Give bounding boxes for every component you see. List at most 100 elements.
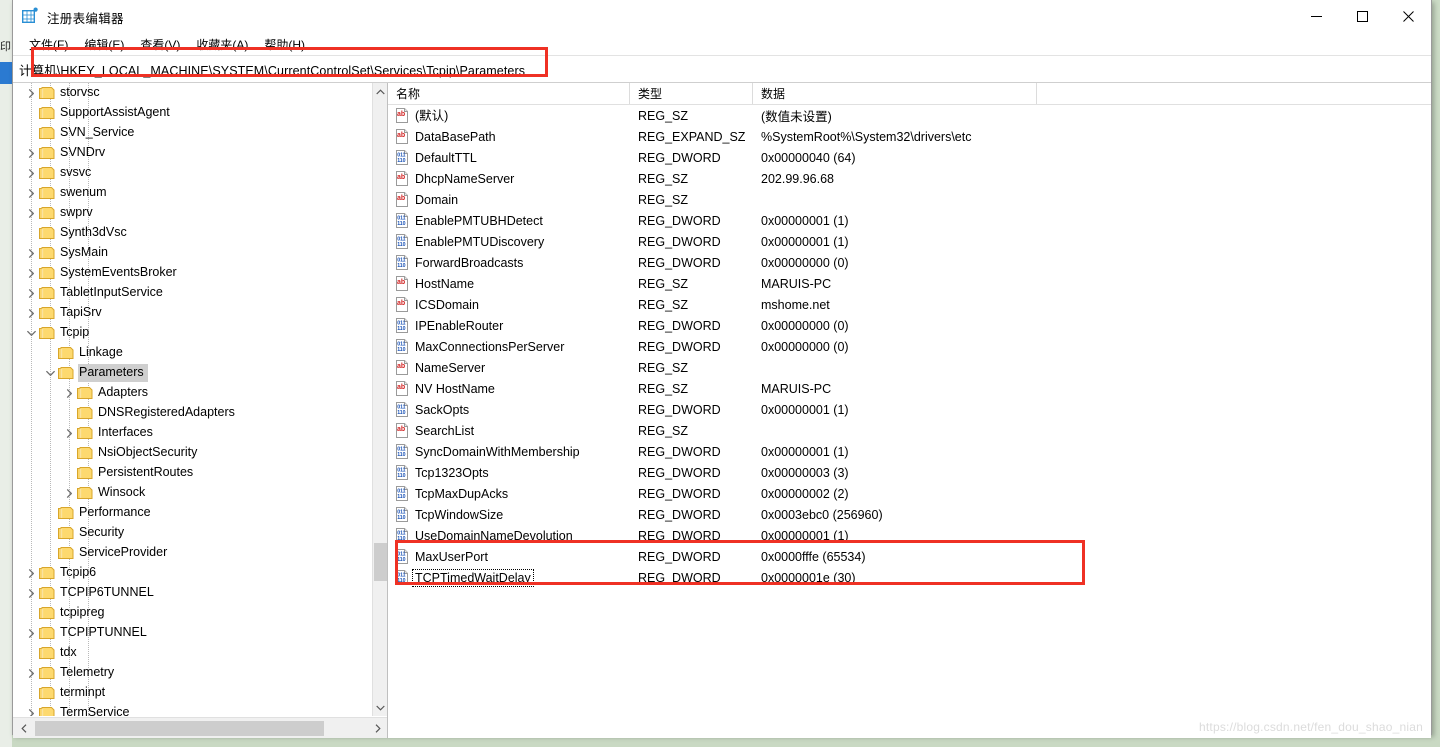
tree-item-security[interactable]: Security xyxy=(13,523,374,543)
chevron-right-icon[interactable] xyxy=(27,628,36,638)
tree-item-tdx[interactable]: tdx xyxy=(13,643,374,663)
tree-item-tcpipreg[interactable]: tcpipreg xyxy=(13,603,374,623)
tree-twisty[interactable] xyxy=(61,483,77,503)
column-header-name[interactable]: 名称 xyxy=(388,83,630,104)
tree-item-tcpip[interactable]: Tcpip xyxy=(13,323,374,343)
table-row[interactable]: 011 110 ForwardBroadcasts REG_DWORD 0x000000… xyxy=(388,252,1431,273)
tree-twisty[interactable] xyxy=(61,383,77,403)
tree-scroll-right-button[interactable] xyxy=(367,718,387,738)
chevron-down-icon[interactable] xyxy=(26,329,36,338)
tree-twisty[interactable] xyxy=(23,663,39,683)
tree-horizontal-scrollbar[interactable] xyxy=(13,717,387,738)
registry-tree[interactable]: storvsc SupportAssistAgent SVN_Service SVND… xyxy=(13,83,374,716)
tree-scroll-down-button[interactable] xyxy=(373,699,387,716)
close-button[interactable] xyxy=(1385,0,1431,32)
tree-twisty[interactable] xyxy=(23,83,39,103)
tree-twisty[interactable] xyxy=(23,263,39,283)
tree-item-tapisrv[interactable]: TapiSrv xyxy=(13,303,374,323)
chevron-right-icon[interactable] xyxy=(27,208,36,218)
table-row[interactable]: 011 110 MaxUserPort REG_DWORD 0x0000fffe (65… xyxy=(388,546,1431,567)
tree-item-synth3dvsc[interactable]: Synth3dVsc xyxy=(13,223,374,243)
tree-item-storvsc[interactable]: storvsc xyxy=(13,83,374,103)
table-row[interactable]: ab ICSDomain REG_SZ mshome.net xyxy=(388,294,1431,315)
tree-hscroll-thumb[interactable] xyxy=(35,721,324,736)
menu-file[interactable]: 文件(F) xyxy=(21,34,76,55)
table-row[interactable]: ab HostName REG_SZ MARUIS-PC xyxy=(388,273,1431,294)
chevron-right-icon[interactable] xyxy=(27,308,36,318)
table-row[interactable]: 011 110 UseDomainNameDevolution REG_DWORD 0x… xyxy=(388,525,1431,546)
table-row[interactable]: 011 110 IPEnableRouter REG_DWORD 0x00000000 … xyxy=(388,315,1431,336)
tree-item-serviceprovider[interactable]: ServiceProvider xyxy=(13,543,374,563)
tree-item-termservice[interactable]: TermService xyxy=(13,703,374,716)
table-row[interactable]: ab SearchList REG_SZ xyxy=(388,420,1431,441)
chevron-right-icon[interactable] xyxy=(27,248,36,258)
table-row[interactable]: ab Domain REG_SZ xyxy=(388,189,1431,210)
table-row[interactable]: ab NV HostName REG_SZ MARUIS-PC xyxy=(388,378,1431,399)
tree-item-tcpiptunnel[interactable]: TCPIPTUNNEL xyxy=(13,623,374,643)
table-row[interactable]: 011 110 MaxConnectionsPerServer REG_DWORD 0x… xyxy=(388,336,1431,357)
address-bar[interactable]: 计算机\HKEY_LOCAL_MACHINE\SYSTEM\CurrentCon… xyxy=(13,55,1431,83)
chevron-right-icon[interactable] xyxy=(27,708,36,717)
tree-item-dnsregisteredadapters[interactable]: DNSRegisteredAdapters xyxy=(13,403,374,423)
tree-twisty[interactable] xyxy=(61,423,77,443)
table-row[interactable]: 011 110 TcpWindowSize REG_DWORD 0x0003ebc0 (… xyxy=(388,504,1431,525)
table-row[interactable]: 011 110 TcpMaxDupAcks REG_DWORD 0x00000002 (… xyxy=(388,483,1431,504)
table-row[interactable]: 011 110 Tcp1323Opts REG_DWORD 0x00000003 (3) xyxy=(388,462,1431,483)
tree-twisty[interactable] xyxy=(23,563,39,583)
maximize-button[interactable] xyxy=(1339,0,1385,32)
table-row[interactable]: 011 110 SyncDomainWithMembership REG_DWORD 0… xyxy=(388,441,1431,462)
tree-item-svndrv[interactable]: SVNDrv xyxy=(13,143,374,163)
chevron-right-icon[interactable] xyxy=(65,488,74,498)
tree-twisty[interactable] xyxy=(23,143,39,163)
tree-item-tabletinputservice[interactable]: TabletInputService xyxy=(13,283,374,303)
table-row[interactable]: 011 110 EnablePMTUDiscovery REG_DWORD 0x0000… xyxy=(388,231,1431,252)
tree-item-swprv[interactable]: swprv xyxy=(13,203,374,223)
chevron-right-icon[interactable] xyxy=(27,568,36,578)
tree-scroll-left-button[interactable] xyxy=(13,718,34,738)
table-row[interactable]: ab DhcpNameServer REG_SZ 202.99.96.68 xyxy=(388,168,1431,189)
tree-hscroll-track[interactable] xyxy=(34,718,367,738)
chevron-right-icon[interactable] xyxy=(27,268,36,278)
chevron-right-icon[interactable] xyxy=(27,168,36,178)
tree-scroll-thumb[interactable] xyxy=(374,543,387,581)
tree-twisty[interactable] xyxy=(23,703,39,716)
tree-item-adapters[interactable]: Adapters xyxy=(13,383,374,403)
menu-help[interactable]: 帮助(H) xyxy=(256,34,313,55)
tree-twisty[interactable] xyxy=(42,363,58,383)
chevron-right-icon[interactable] xyxy=(27,668,36,678)
chevron-right-icon[interactable] xyxy=(27,88,36,98)
menu-edit[interactable]: 编辑(E) xyxy=(76,34,132,55)
table-row[interactable]: 011 110 TCPTimedWaitDelay REG_DWORD 0x000000… xyxy=(388,567,1431,588)
column-header-data[interactable]: 数据 xyxy=(753,83,1037,104)
tree-scroll-up-button[interactable] xyxy=(373,83,387,100)
chevron-right-icon[interactable] xyxy=(65,388,74,398)
values-list[interactable]: ab (默认) REG_SZ (数值未设置) ab DataBasePath REG_EXP… xyxy=(388,105,1431,588)
tree-twisty[interactable] xyxy=(23,203,39,223)
table-row[interactable]: 011 110 EnablePMTUBHDetect REG_DWORD 0x00000… xyxy=(388,210,1431,231)
tree-item-systemeventsbroker[interactable]: SystemEventsBroker xyxy=(13,263,374,283)
tree-item-swenum[interactable]: swenum xyxy=(13,183,374,203)
table-row[interactable]: 011 110 DefaultTTL REG_DWORD 0x00000040 (64) xyxy=(388,147,1431,168)
tree-item-telemetry[interactable]: Telemetry xyxy=(13,663,374,683)
tree-twisty[interactable] xyxy=(23,163,39,183)
tree-twisty[interactable] xyxy=(23,283,39,303)
tree-vertical-scrollbar[interactable] xyxy=(372,83,387,716)
tree-item-svn-service[interactable]: SVN_Service xyxy=(13,123,374,143)
tree-twisty[interactable] xyxy=(23,243,39,263)
tree-item-supportassistagent[interactable]: SupportAssistAgent xyxy=(13,103,374,123)
menu-view[interactable]: 查看(V) xyxy=(132,34,188,55)
chevron-right-icon[interactable] xyxy=(27,288,36,298)
tree-item-nsiobjectsecurity[interactable]: NsiObjectSecurity xyxy=(13,443,374,463)
tree-twisty[interactable] xyxy=(23,623,39,643)
chevron-right-icon[interactable] xyxy=(27,588,36,598)
tree-item-sysmain[interactable]: SysMain xyxy=(13,243,374,263)
chevron-down-icon[interactable] xyxy=(45,369,55,378)
tree-twisty[interactable] xyxy=(23,303,39,323)
tree-twisty[interactable] xyxy=(23,583,39,603)
menu-favorites[interactable]: 收藏夹(A) xyxy=(188,34,256,55)
table-row[interactable]: ab (默认) REG_SZ (数值未设置) xyxy=(388,105,1431,126)
tree-item-tcpip6tunnel[interactable]: TCPIP6TUNNEL xyxy=(13,583,374,603)
chevron-right-icon[interactable] xyxy=(27,188,36,198)
tree-item-persistentroutes[interactable]: PersistentRoutes xyxy=(13,463,374,483)
table-row[interactable]: 011 110 SackOpts REG_DWORD 0x00000001 (1) xyxy=(388,399,1431,420)
